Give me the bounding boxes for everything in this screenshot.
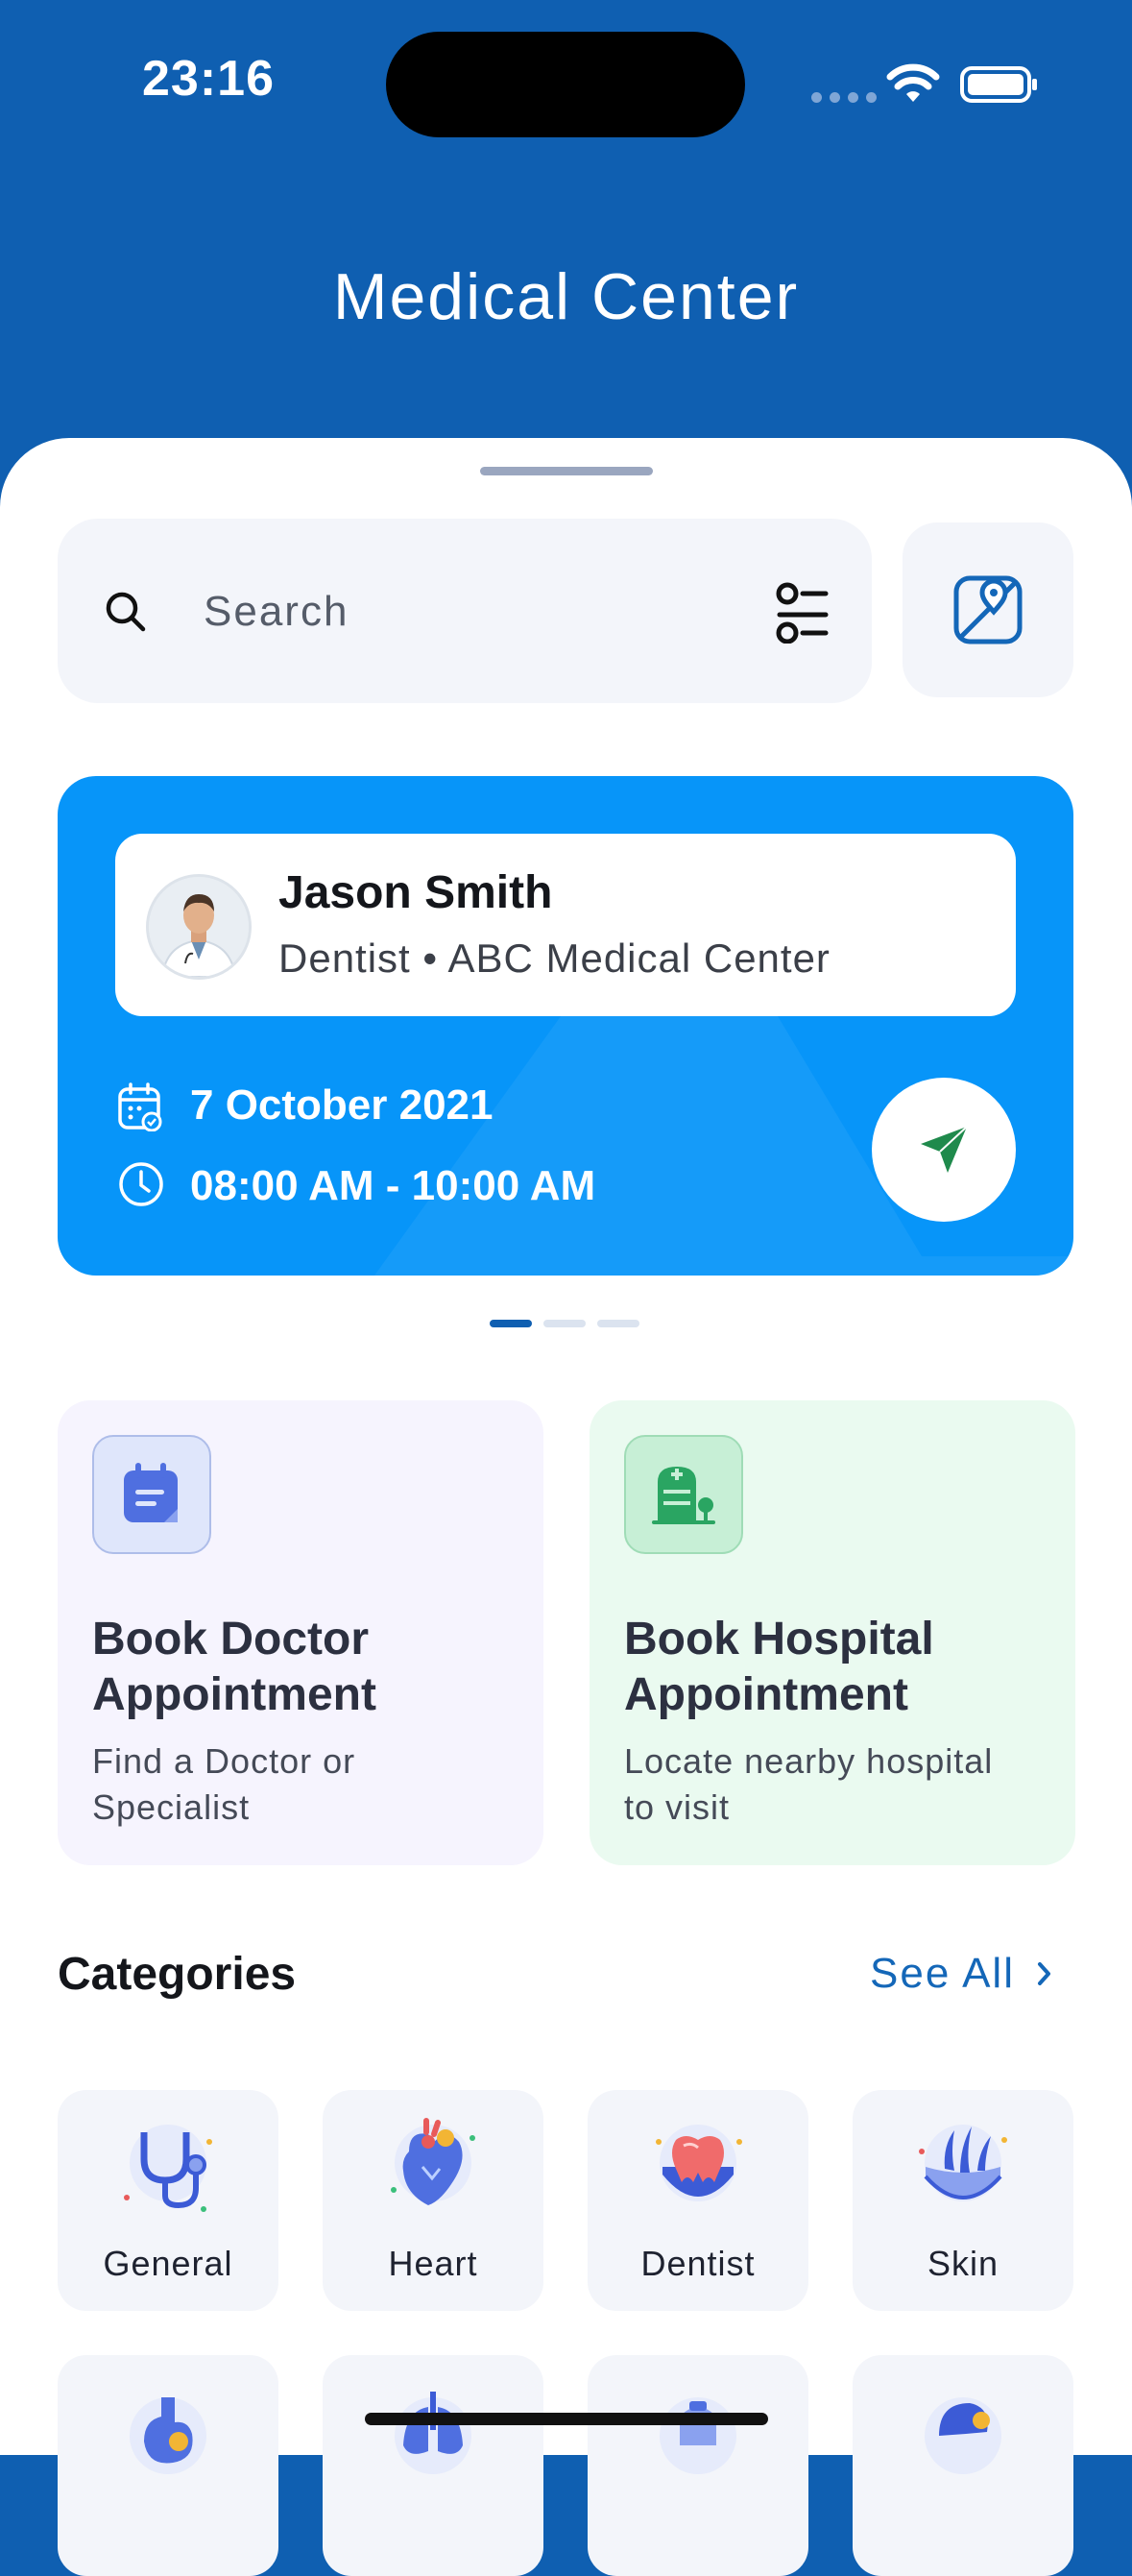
page-title: Medical Center: [332, 260, 800, 333]
see-all-label: See All: [870, 1950, 1015, 1997]
carousel-dot[interactable]: [490, 1320, 532, 1327]
see-all-link[interactable]: See All: [870, 1950, 1053, 1998]
home-indicator[interactable]: [365, 2413, 768, 2425]
status-time: 23:16: [142, 51, 275, 107]
search-icon: [106, 592, 146, 632]
wifi-icon: [886, 63, 940, 102]
map-button[interactable]: [903, 522, 1073, 697]
book-hospital-card[interactable]: Book Hospital Appointment Locate nearby h…: [590, 1400, 1075, 1865]
carousel-indicator[interactable]: [490, 1320, 639, 1327]
map-pin-icon: [953, 575, 1023, 644]
navigation-arrow-icon: [921, 1126, 968, 1173]
category-label: General: [103, 2244, 233, 2283]
navigate-button[interactable]: [872, 1078, 1016, 1222]
eye-care-icon: [660, 2397, 736, 2474]
dynamic-island: [386, 32, 745, 137]
stomach-icon: [130, 2397, 206, 2474]
category-lungs[interactable]: [323, 2355, 543, 2576]
search-input[interactable]: [202, 582, 743, 642]
book-doctor-title: Book Doctor Appointment: [92, 1614, 376, 1720]
tooth-icon: [656, 2125, 742, 2201]
sheet-drag-handle[interactable]: [480, 467, 653, 475]
category-dentist[interactable]: Dentist: [588, 2090, 808, 2311]
carousel-dot[interactable]: [543, 1320, 586, 1327]
appointment-date: 7 October 2021: [190, 1081, 494, 1129]
stethoscope-icon: [124, 2125, 212, 2212]
category-general[interactable]: General: [58, 2090, 278, 2311]
clock-icon: [119, 1162, 163, 1206]
category-stomach[interactable]: [58, 2355, 278, 2576]
book-doctor-subtitle: Find a Doctor or Specialist: [92, 1741, 356, 1827]
category-label: Skin: [927, 2244, 1000, 2283]
skin-icon: [919, 2125, 1007, 2201]
chevron-right-icon: [1037, 1962, 1050, 1985]
category-heart[interactable]: Heart: [323, 2090, 543, 2311]
doctor-name: Jason Smith: [278, 867, 553, 918]
lungs-icon: [395, 2392, 471, 2474]
cellular-signal-icon: [811, 92, 877, 103]
battery-icon: [960, 66, 1037, 103]
book-doctor-card[interactable]: Book Doctor Appointment Find a Doctor or S…: [58, 1400, 543, 1865]
appointment-time: 08:00 AM - 10:00 AM: [190, 1162, 596, 1209]
book-hospital-title: Book Hospital Appointment: [624, 1614, 934, 1720]
carousel-dot[interactable]: [597, 1320, 639, 1327]
doctor-specialty: Dentist • ABC Medical Center: [278, 936, 831, 981]
category-ear[interactable]: [853, 2355, 1073, 2576]
doctor-avatar: [146, 874, 252, 980]
filter-icon[interactable]: [774, 580, 831, 644]
ear-icon: [925, 2397, 1001, 2474]
category-skin[interactable]: Skin: [853, 2090, 1073, 2311]
category-label: Heart: [388, 2244, 478, 2283]
category-label: Dentist: [640, 2244, 756, 2283]
categories-heading: Categories: [58, 1949, 297, 2000]
doctor-appointment-icon: [92, 1435, 211, 1554]
hospital-icon: [624, 1435, 743, 1554]
calendar-icon: [118, 1082, 162, 1131]
book-hospital-subtitle: Locate nearby hospital to visit: [624, 1741, 994, 1827]
heart-icon: [391, 2118, 475, 2205]
category-eye[interactable]: [588, 2355, 808, 2576]
